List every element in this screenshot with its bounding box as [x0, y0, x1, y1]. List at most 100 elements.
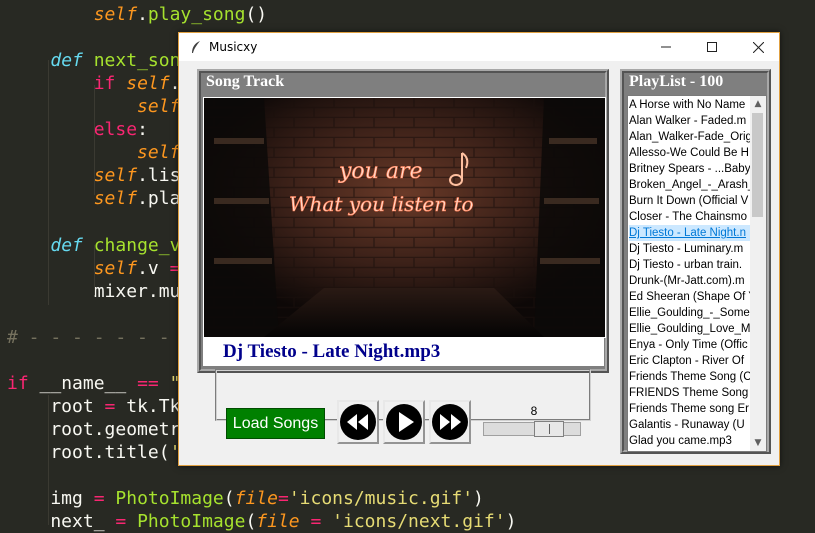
- code-token: =: [115, 511, 127, 533]
- code-token: next_: [7, 511, 116, 533]
- code-token: =: [104, 395, 116, 417]
- code-token: img: [7, 488, 94, 510]
- previous-button[interactable]: [337, 400, 379, 444]
- code-token: .lis: [137, 165, 181, 187]
- playlist-item[interactable]: Dj Tiesto - Luminary.m: [629, 241, 750, 257]
- fast-forward-icon: [432, 404, 468, 440]
- indent-guide: [48, 395, 49, 525]
- code-token: =: [310, 511, 322, 533]
- playlist-item[interactable]: Burn It Down (Official V: [629, 193, 750, 209]
- code-token: :: [137, 119, 148, 141]
- code-line: root.geometr: [7, 418, 180, 441]
- minimize-button[interactable]: [643, 33, 689, 61]
- rewind-icon: [340, 404, 376, 440]
- playlist-item[interactable]: Alan_Walker-Fade_Orig: [629, 129, 750, 145]
- code-token: root: [7, 395, 105, 417]
- code-token: self: [93, 4, 138, 25]
- code-token: (): [245, 4, 268, 25]
- album-artwork: you are What you listen to: [203, 97, 606, 338]
- playlist-item[interactable]: Closer - The Chainsmo: [629, 209, 750, 225]
- code-token: root.geometr: [7, 418, 181, 440]
- playlist-item[interactable]: Britney Spears - ...Baby: [629, 161, 750, 177]
- playlist-item[interactable]: Dj Tiesto - urban train.: [629, 257, 750, 273]
- playlist-item[interactable]: Friends Theme song Er: [629, 401, 750, 417]
- code-line: root.title(': [7, 441, 180, 464]
- playlist-item[interactable]: A Horse with No Name: [629, 97, 750, 113]
- code-token: def: [50, 234, 83, 256]
- playlist-item[interactable]: Eric Clapton - River Of: [629, 353, 750, 369]
- load-songs-button[interactable]: Load Songs: [226, 408, 325, 439]
- playlist-label: PlayList - 100: [628, 73, 725, 91]
- playlist-item[interactable]: Ed Sheeran (Shape Of Y: [629, 289, 750, 305]
- neon-brick-wall-image: you are What you listen to: [204, 98, 605, 337]
- playlist-item[interactable]: Glad you came.mp3: [629, 433, 750, 449]
- title-bar[interactable]: Musicxy: [179, 33, 779, 61]
- code-token: .v: [137, 257, 170, 279]
- window-title: Musicxy: [209, 40, 258, 54]
- playlist-listbox[interactable]: ▲ ▼ A Horse with No Name Alan Walker - Fa…: [627, 95, 767, 452]
- indent-guide: [94, 245, 95, 295]
- volume-slider-trough[interactable]: [483, 422, 581, 436]
- code-token: ==: [137, 372, 159, 394]
- playlist-item[interactable]: Enya - Only Time (Offic: [629, 337, 750, 353]
- close-button[interactable]: [735, 33, 781, 61]
- playlist-item[interactable]: FRIENDS Theme Song -: [629, 385, 750, 401]
- code-token: .: [137, 4, 148, 25]
- playlist-item[interactable]: Allesso-We Could Be H: [629, 145, 750, 161]
- code-token: PhotoImage: [137, 511, 246, 533]
- code-token: =: [277, 488, 289, 510]
- neon-text-line2: What you listen to: [289, 192, 474, 216]
- code-token: self: [126, 73, 170, 95]
- code-token: .pla: [137, 188, 181, 210]
- playlist-item[interactable]: Dj Tiesto - Late Night.n: [629, 225, 750, 241]
- code-token: self: [93, 165, 138, 187]
- playlist-item[interactable]: Galantis - Runaway (U: [629, 417, 750, 433]
- code-token: (: [223, 488, 235, 510]
- code-token: (: [245, 511, 257, 533]
- code-token: ): [473, 488, 484, 510]
- musicxy-window: Musicxy Song Track you are What you list…: [178, 32, 780, 466]
- scroll-up-icon[interactable]: ▲: [750, 96, 766, 112]
- code-line: root = tk.Tk: [7, 395, 180, 418]
- code-token: =: [93, 488, 105, 510]
- playlist-item[interactable]: Drunk-(Mr-Jatt.com).m: [629, 273, 750, 289]
- playlist-item[interactable]: Alan Walker - Faded.m: [629, 113, 750, 129]
- code-token: file: [256, 511, 300, 533]
- playlist-item[interactable]: Ellie_Goulding_Love_M: [629, 321, 750, 337]
- code-token: play_song: [147, 4, 246, 25]
- scrollbar-thumb[interactable]: [752, 113, 763, 217]
- playlist-scrollbar[interactable]: ▲ ▼: [750, 96, 766, 451]
- playlist-item[interactable]: Ellie_Goulding_-_Some: [629, 305, 750, 321]
- scroll-down-icon[interactable]: ▼: [750, 435, 766, 451]
- code-token: def: [50, 50, 83, 72]
- next-button[interactable]: [429, 400, 471, 444]
- play-button[interactable]: [383, 400, 425, 444]
- volume-value: 8: [530, 404, 538, 418]
- indent-guide: [94, 85, 95, 195]
- playlist-item[interactable]: Friends Theme Song (C: [629, 369, 750, 385]
- code-line: next_ = PhotoImage(file = 'icons/next.gi…: [7, 510, 516, 533]
- code-token: self: [137, 96, 181, 118]
- volume-slider-thumb[interactable]: [533, 421, 564, 437]
- code-line: img = PhotoImage(file='icons/music.gif'): [7, 487, 484, 510]
- playlist-item[interactable]: Broken_Angel_-_Arash_: [629, 177, 750, 193]
- code-token: ): [505, 511, 517, 533]
- maximize-button[interactable]: [689, 33, 735, 61]
- play-icon: [386, 404, 422, 440]
- now-playing-label: Dj Tiesto - Late Night.mp3: [203, 338, 604, 366]
